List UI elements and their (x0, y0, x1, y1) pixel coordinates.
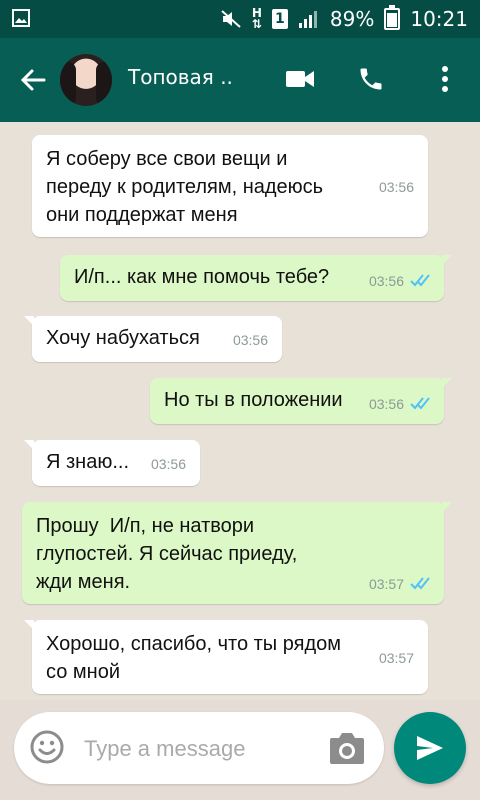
send-button[interactable] (394, 712, 466, 784)
arrow-left-icon[interactable] (18, 65, 48, 95)
read-ticks-icon (410, 274, 430, 287)
video-call-icon (286, 71, 314, 87)
mute-icon (221, 10, 241, 28)
message-text: И/п... как мне помочь тебе? (74, 266, 330, 288)
message-time: 03:56 (232, 332, 268, 348)
message-incoming[interactable]: Хорошо, спасибо, что ты рядом со мной 03… (24, 620, 428, 694)
more-options-button[interactable] (428, 62, 462, 96)
phone-icon (360, 68, 382, 90)
battery-icon (384, 5, 401, 30)
message-time: 03:56 (378, 179, 414, 195)
message-incoming[interactable]: Я знаю... 03:56 (24, 440, 200, 486)
clock: 10:21 (410, 7, 468, 31)
message-composer (14, 712, 384, 784)
message-text: Хочу набухаться (46, 327, 200, 349)
message-text: Прошу И/п, не натвори глупостей. Я сейча… (36, 515, 298, 593)
message-outgoing[interactable]: Прошу И/п, не натвори глупостей. Я сейча… (22, 502, 452, 604)
image-notification-icon (12, 9, 30, 27)
read-ticks-icon (410, 397, 430, 410)
message-time: 03:56 (368, 396, 404, 412)
message-input[interactable] (82, 728, 306, 770)
contact-name[interactable]: Топовая .. (128, 65, 233, 89)
message-text: Я соберу все свои вещи и переду к родите… (46, 148, 324, 226)
message-outgoing[interactable]: Но ты в положении 03:56 (150, 378, 452, 424)
status-bar: H ⇅ 1 89% 10:21 (0, 0, 480, 38)
emoji-icon[interactable] (30, 730, 64, 764)
read-ticks-icon (410, 577, 430, 590)
send-icon (417, 736, 443, 760)
contact-avatar[interactable] (60, 54, 112, 106)
message-incoming[interactable]: Я соберу все свои вещи и переду к родите… (32, 135, 428, 237)
message-time: 03:56 (150, 456, 186, 472)
more-vert-icon (442, 66, 448, 92)
video-call-button[interactable] (283, 62, 317, 96)
network-type-icon: H ⇅ (251, 6, 262, 31)
camera-icon[interactable] (328, 730, 366, 766)
message-time: 03:57 (368, 576, 404, 592)
message-incoming[interactable]: Хочу набухаться 03:56 (24, 316, 282, 362)
message-list[interactable]: Я соберу все свои вещи и переду к родите… (0, 122, 480, 700)
chat-header: Топовая .. (0, 38, 480, 122)
message-time: 03:56 (368, 273, 404, 289)
sim-icon: 1 (271, 9, 288, 29)
message-time: 03:57 (378, 650, 414, 666)
voice-call-button[interactable] (354, 62, 388, 96)
message-outgoing[interactable]: И/п... как мне помочь тебе? 03:56 (60, 255, 452, 301)
message-text: Я знаю... (46, 451, 130, 473)
signal-icon (298, 11, 317, 28)
message-text: Но ты в положении (164, 389, 343, 411)
battery-percent: 89% (329, 7, 375, 31)
message-text: Хорошо, спасибо, что ты рядом со мной (46, 633, 341, 683)
